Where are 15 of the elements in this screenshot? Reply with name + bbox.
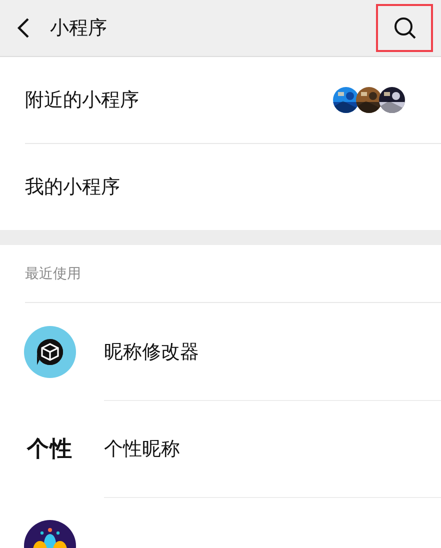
app-item[interactable]: 个性 个性昵称 [0, 400, 441, 497]
cube-icon [24, 326, 76, 378]
app-item[interactable]: 昵称修改器 [0, 303, 441, 400]
app-name: 个性昵称 [104, 436, 180, 462]
section-heading: 最近使用 [25, 245, 441, 303]
app-name: 昵称修改器 [104, 340, 199, 364]
menu-item[interactable]: 附近的小程序 [25, 57, 441, 144]
back-button[interactable] [16, 16, 32, 40]
menu-label: 附近的小程序 [25, 88, 139, 113]
menu-item[interactable]: 我的小程序 [25, 144, 441, 230]
menu-label: 我的小程序 [25, 175, 120, 200]
page-title: 小程序 [50, 16, 108, 41]
search-button[interactable] [376, 4, 433, 52]
app-logo: 个性 [26, 436, 74, 464]
search-icon [392, 16, 416, 40]
